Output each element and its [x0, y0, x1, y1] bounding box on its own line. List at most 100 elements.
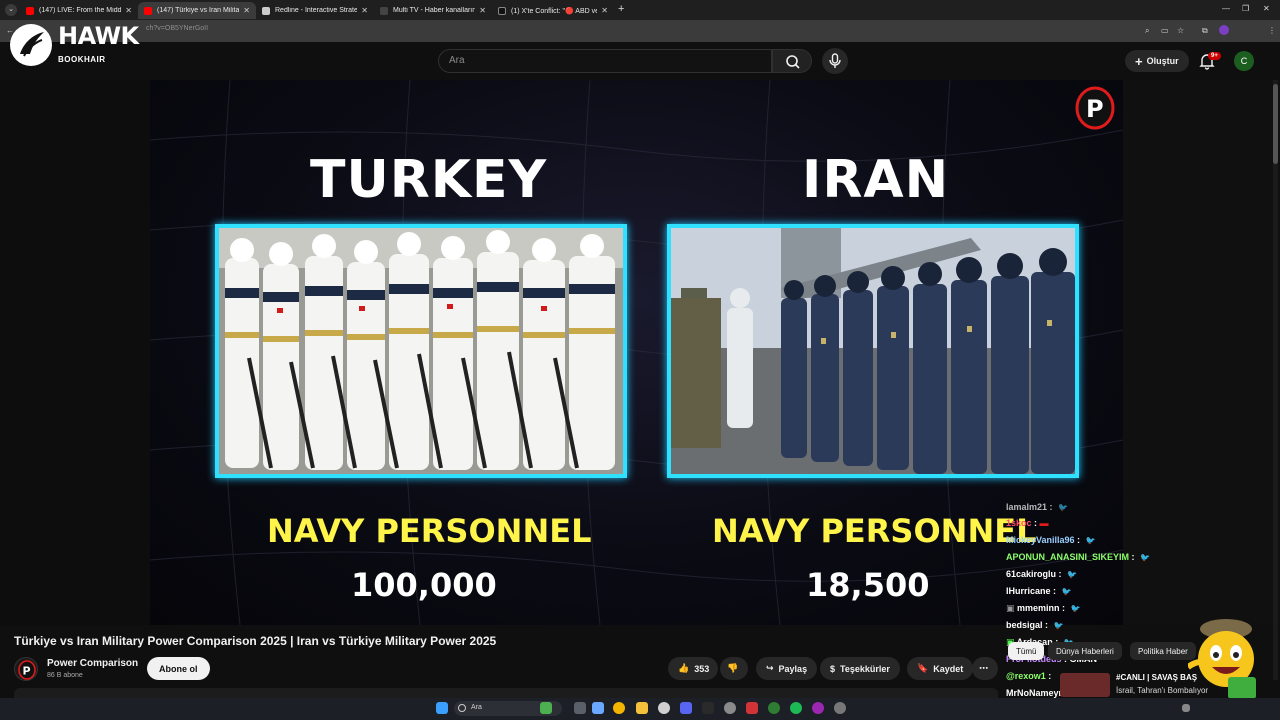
- like-button[interactable]: 👍 353: [668, 657, 718, 680]
- dislike-button[interactable]: 👎: [720, 657, 748, 680]
- search-button[interactable]: [772, 49, 812, 73]
- right-stat-label: NAVY PERSONNEL: [712, 512, 1037, 550]
- misc-app-icon[interactable]: [834, 702, 846, 714]
- twitter-bird-icon: 🐦: [1053, 621, 1064, 630]
- search-icon: [786, 55, 800, 69]
- video-player[interactable]: TURKEY IRAN NAVY PERSONNEL NAVY PERSONNE…: [150, 80, 1123, 625]
- live-news-thumbnail[interactable]: [1060, 673, 1110, 697]
- tab-label: (147) Türkiye vs Iran Military Po: [157, 7, 240, 14]
- close-tab-icon[interactable]: ✕: [601, 6, 608, 15]
- twitter-bird-icon: 🐦: [1067, 570, 1077, 579]
- extensions-icon[interactable]: ⧉: [1202, 26, 1208, 36]
- chat-username: MickeyVanilla96: [1006, 535, 1075, 545]
- tab-label: Multi TV - Haber kanallarını ay: [393, 7, 476, 14]
- twitter-bird-icon: 🐦: [1140, 553, 1150, 562]
- save-button[interactable]: 🔖 Kaydet: [907, 657, 974, 680]
- new-tab-button[interactable]: +: [618, 3, 624, 15]
- microphone-icon: [829, 53, 841, 68]
- page-scrollbar[interactable]: [1273, 80, 1278, 680]
- discord-icon[interactable]: [680, 702, 692, 714]
- zoom-icon[interactable]: ⌕: [1145, 26, 1149, 36]
- twitter-bird-icon: 🐦: [1085, 536, 1096, 545]
- share-label: Paylaş: [778, 663, 808, 674]
- hawk-logo-text: HAWK: [58, 22, 139, 50]
- close-window-icon[interactable]: ✕: [1263, 4, 1270, 13]
- svg-text:P: P: [23, 665, 31, 678]
- task-view-icon[interactable]: [574, 702, 586, 714]
- create-button[interactable]: + Oluştur: [1125, 50, 1189, 72]
- chat-username: IHurricane: [1006, 586, 1051, 596]
- share-button[interactable]: ↪ Paylaş: [756, 657, 818, 680]
- voice-search-button[interactable]: [822, 48, 848, 74]
- profile-icon[interactable]: [1219, 25, 1229, 35]
- chip-all[interactable]: Tümü: [1008, 642, 1045, 660]
- tab-label: (147) LIVE: From the Middle Ea: [39, 7, 122, 14]
- x-favicon-icon: [498, 6, 506, 15]
- news-ticker-line1: #CANLI | SAVAŞ BAŞ: [1116, 673, 1198, 682]
- restore-icon[interactable]: ❐: [1242, 4, 1249, 13]
- thanks-button[interactable]: $ Teşekkürler: [820, 657, 900, 680]
- browser-alt-icon[interactable]: [812, 702, 824, 714]
- share-arrow-icon: ↪: [766, 663, 774, 673]
- xbox-icon[interactable]: [768, 702, 780, 714]
- hawk-logo-subtitle: BOOKHAIR: [58, 55, 106, 64]
- chat-message: APONUN_ANASINI_SIKEYIM : 🐦: [1006, 552, 1150, 562]
- chat-message: bedsigal : 🐦: [1006, 620, 1064, 630]
- copilot-icon[interactable]: [592, 702, 604, 714]
- minimize-icon[interactable]: —: [1222, 4, 1230, 13]
- menu-dots-icon[interactable]: ⋮: [1268, 26, 1276, 35]
- browser-tab[interactable]: (147) LIVE: From the Middle Ea ✕: [20, 2, 138, 19]
- chat-username: bedsigal: [1006, 620, 1043, 630]
- red-app-icon[interactable]: [746, 702, 758, 714]
- create-label: Oluştur: [1146, 56, 1179, 66]
- close-tab-icon[interactable]: ✕: [243, 6, 250, 15]
- settings-gear-icon[interactable]: [724, 702, 736, 714]
- browser-tab-active[interactable]: (147) Türkiye vs Iran Military Po ✕: [138, 2, 256, 19]
- youtube-favicon-icon: [144, 6, 152, 15]
- chat-message: MickeyVanilla96 : 🐦: [1006, 535, 1096, 545]
- spotify-icon[interactable]: [790, 702, 802, 714]
- close-tab-icon[interactable]: ✕: [479, 6, 486, 15]
- left-stat-label: NAVY PERSONNEL: [267, 512, 592, 550]
- chat-badge-icon: ▣: [1006, 603, 1018, 613]
- url-field[interactable]: ch?v=OB5YNerGoII: [146, 25, 208, 32]
- tab-list-chevron-icon[interactable]: ⌄: [5, 4, 17, 16]
- video-title: Türkiye vs Iran Military Power Compariso…: [14, 634, 497, 648]
- chip-politics-news[interactable]: Politika Haber: [1130, 642, 1196, 660]
- hawk-logo: HAWK BOOKHAIR: [10, 22, 140, 68]
- thanks-label: Teşekkürler: [840, 663, 890, 674]
- twitter-bird-icon: 🐦: [1061, 587, 1072, 596]
- close-tab-icon[interactable]: ✕: [125, 6, 132, 15]
- browser-tab[interactable]: Redline - Interactive Strategic M ✕: [256, 2, 374, 19]
- browser-tab[interactable]: (1) X'te Conflict: "🔴 ABD ve İsr ✕: [492, 2, 614, 19]
- thanks-dollar-icon: $: [830, 663, 836, 674]
- save-label: Kaydet: [933, 663, 964, 674]
- turkey-navy-image: [215, 224, 627, 478]
- user-avatar[interactable]: C: [1234, 51, 1254, 71]
- bookmark-star-icon[interactable]: ☆: [1177, 26, 1184, 35]
- address-bar: ← ch?v=OB5YNerGoII ⌕ ▭ ☆ ⧉ ⋮: [0, 20, 1280, 42]
- ccleaner-icon[interactable]: [658, 702, 670, 714]
- browser-tab[interactable]: Multi TV - Haber kanallarını ay ✕: [374, 2, 492, 19]
- chip-world-news[interactable]: Dünya Haberleri: [1048, 642, 1122, 660]
- cast-icon[interactable]: ▭: [1161, 26, 1169, 35]
- windows-start-icon[interactable]: [436, 702, 448, 714]
- subscribe-button[interactable]: Abone ol: [147, 657, 210, 680]
- channel-name[interactable]: Power Comparison: [47, 658, 138, 669]
- subscriber-count: 86 B abone: [47, 672, 83, 679]
- right-country-title: IRAN: [802, 150, 950, 210]
- tab-label: Redline - Interactive Strategic M: [275, 7, 358, 14]
- scrollbar-thumb[interactable]: [1273, 84, 1278, 164]
- app-icon[interactable]: [702, 702, 714, 714]
- multitv-favicon-icon: [380, 6, 388, 15]
- chrome-icon[interactable]: [613, 702, 625, 714]
- more-actions-button[interactable]: ⋯: [972, 657, 998, 680]
- widgets-icon[interactable]: [540, 702, 552, 714]
- channel-avatar[interactable]: P: [14, 657, 38, 681]
- close-tab-icon[interactable]: ✕: [361, 6, 368, 15]
- left-country-title: TURKEY: [310, 150, 548, 210]
- iran-navy-image: [667, 224, 1079, 478]
- search-input[interactable]: Ara: [438, 49, 772, 73]
- file-explorer-icon[interactable]: [636, 702, 648, 714]
- tray-chevron-icon[interactable]: [1182, 704, 1190, 712]
